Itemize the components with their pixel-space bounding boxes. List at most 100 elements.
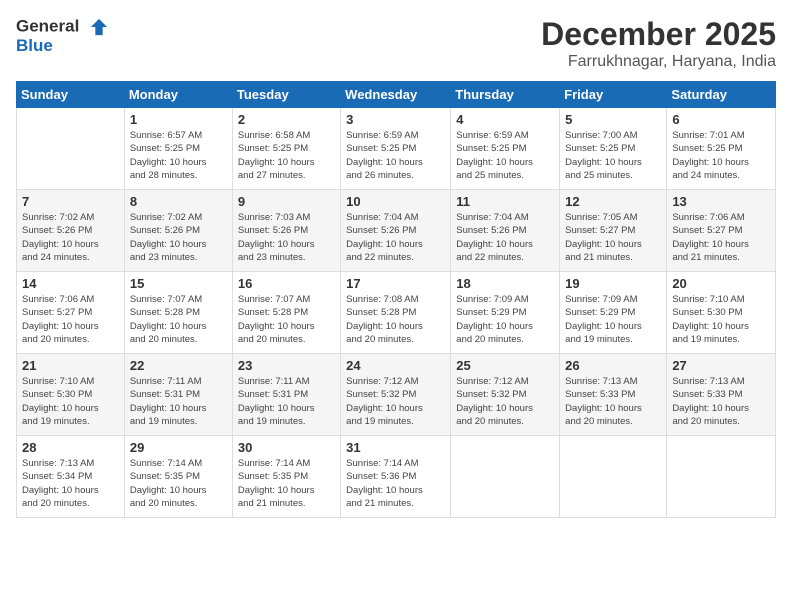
calendar-cell: 19 Sunrise: 7:09 AM Sunset: 5:29 PM Dayli… <box>560 272 667 354</box>
weekday-header: Wednesday <box>341 82 451 108</box>
weekday-header: Thursday <box>451 82 560 108</box>
calendar-cell: 11 Sunrise: 7:04 AM Sunset: 5:26 PM Dayli… <box>451 190 560 272</box>
day-info: Sunrise: 7:06 AM Sunset: 5:27 PM Dayligh… <box>672 211 770 264</box>
calendar-cell: 22 Sunrise: 7:11 AM Sunset: 5:31 PM Dayli… <box>124 354 232 436</box>
calendar-table: SundayMondayTuesdayWednesdayThursdayFrid… <box>16 81 776 518</box>
calendar-cell: 8 Sunrise: 7:02 AM Sunset: 5:26 PM Daylig… <box>124 190 232 272</box>
calendar-cell: 29 Sunrise: 7:14 AM Sunset: 5:35 PM Dayli… <box>124 436 232 518</box>
day-info: Sunrise: 7:02 AM Sunset: 5:26 PM Dayligh… <box>130 211 227 264</box>
day-number: 5 <box>565 112 661 127</box>
calendar-container: General Blue December 2025 Farrukhnagar,… <box>0 0 792 528</box>
day-info: Sunrise: 7:07 AM Sunset: 5:28 PM Dayligh… <box>130 293 227 346</box>
day-number: 25 <box>456 358 554 373</box>
day-number: 31 <box>346 440 445 455</box>
day-info: Sunrise: 6:57 AM Sunset: 5:25 PM Dayligh… <box>130 129 227 182</box>
day-info: Sunrise: 7:08 AM Sunset: 5:28 PM Dayligh… <box>346 293 445 346</box>
day-info: Sunrise: 7:13 AM Sunset: 5:34 PM Dayligh… <box>22 457 119 510</box>
day-number: 6 <box>672 112 770 127</box>
day-info: Sunrise: 7:13 AM Sunset: 5:33 PM Dayligh… <box>672 375 770 428</box>
day-number: 13 <box>672 194 770 209</box>
day-info: Sunrise: 7:11 AM Sunset: 5:31 PM Dayligh… <box>130 375 227 428</box>
day-info: Sunrise: 7:00 AM Sunset: 5:25 PM Dayligh… <box>565 129 661 182</box>
calendar-cell <box>451 436 560 518</box>
header-row: General Blue December 2025 Farrukhnagar,… <box>16 16 776 71</box>
weekday-header: Tuesday <box>232 82 340 108</box>
calendar-cell: 4Sunrise: 6:59 AM Sunset: 5:25 PM Daylig… <box>451 108 560 190</box>
day-info: Sunrise: 7:10 AM Sunset: 5:30 PM Dayligh… <box>22 375 119 428</box>
day-info: Sunrise: 7:06 AM Sunset: 5:27 PM Dayligh… <box>22 293 119 346</box>
day-number: 11 <box>456 194 554 209</box>
day-info: Sunrise: 7:09 AM Sunset: 5:29 PM Dayligh… <box>565 293 661 346</box>
day-number: 2 <box>238 112 335 127</box>
calendar-cell: 24Sunrise: 7:12 AM Sunset: 5:32 PM Dayli… <box>341 354 451 436</box>
calendar-cell <box>560 436 667 518</box>
weekday-header-row: SundayMondayTuesdayWednesdayThursdayFrid… <box>17 82 776 108</box>
day-info: Sunrise: 7:10 AM Sunset: 5:30 PM Dayligh… <box>672 293 770 346</box>
day-info: Sunrise: 7:11 AM Sunset: 5:31 PM Dayligh… <box>238 375 335 428</box>
day-info: Sunrise: 7:13 AM Sunset: 5:33 PM Dayligh… <box>565 375 661 428</box>
calendar-cell: 7Sunrise: 7:02 AM Sunset: 5:26 PM Daylig… <box>17 190 125 272</box>
weekday-header: Saturday <box>667 82 776 108</box>
day-number: 30 <box>238 440 335 455</box>
day-info: Sunrise: 7:04 AM Sunset: 5:26 PM Dayligh… <box>346 211 445 264</box>
calendar-week-row: 28 Sunrise: 7:13 AM Sunset: 5:34 PM Dayli… <box>17 436 776 518</box>
calendar-cell: 13 Sunrise: 7:06 AM Sunset: 5:27 PM Dayli… <box>667 190 776 272</box>
calendar-cell: 3 Sunrise: 6:59 AM Sunset: 5:25 PM Daylig… <box>341 108 451 190</box>
calendar-cell: 28 Sunrise: 7:13 AM Sunset: 5:34 PM Dayli… <box>17 436 125 518</box>
calendar-cell: 16 Sunrise: 7:07 AM Sunset: 5:28 PM Dayli… <box>232 272 340 354</box>
day-number: 14 <box>22 276 119 291</box>
day-number: 29 <box>130 440 227 455</box>
day-number: 8 <box>130 194 227 209</box>
day-info: Sunrise: 7:04 AM Sunset: 5:26 PM Dayligh… <box>456 211 554 264</box>
day-number: 22 <box>130 358 227 373</box>
calendar-cell: 25 Sunrise: 7:12 AM Sunset: 5:32 PM Dayli… <box>451 354 560 436</box>
day-info: Sunrise: 7:07 AM Sunset: 5:28 PM Dayligh… <box>238 293 335 346</box>
day-number: 26 <box>565 358 661 373</box>
logo-text: General Blue <box>16 16 110 56</box>
day-info: Sunrise: 7:14 AM Sunset: 5:35 PM Dayligh… <box>238 457 335 510</box>
calendar-cell: 30 Sunrise: 7:14 AM Sunset: 5:35 PM Dayli… <box>232 436 340 518</box>
calendar-title: December 2025 <box>541 16 776 53</box>
calendar-cell: 27Sunrise: 7:13 AM Sunset: 5:33 PM Dayli… <box>667 354 776 436</box>
day-number: 24 <box>346 358 445 373</box>
day-number: 4 <box>456 112 554 127</box>
day-info: Sunrise: 7:12 AM Sunset: 5:32 PM Dayligh… <box>456 375 554 428</box>
day-info: Sunrise: 7:14 AM Sunset: 5:36 PM Dayligh… <box>346 457 445 510</box>
calendar-cell: 10Sunrise: 7:04 AM Sunset: 5:26 PM Dayli… <box>341 190 451 272</box>
calendar-cell: 12 Sunrise: 7:05 AM Sunset: 5:27 PM Dayli… <box>560 190 667 272</box>
day-info: Sunrise: 6:59 AM Sunset: 5:25 PM Dayligh… <box>346 129 445 182</box>
day-info: Sunrise: 7:14 AM Sunset: 5:35 PM Dayligh… <box>130 457 227 510</box>
calendar-cell: 31 Sunrise: 7:14 AM Sunset: 5:36 PM Dayli… <box>341 436 451 518</box>
logo: General Blue <box>16 16 110 56</box>
day-number: 18 <box>456 276 554 291</box>
calendar-cell: 14 Sunrise: 7:06 AM Sunset: 5:27 PM Dayli… <box>17 272 125 354</box>
calendar-week-row: 1 Sunrise: 6:57 AM Sunset: 5:25 PM Daylig… <box>17 108 776 190</box>
day-number: 20 <box>672 276 770 291</box>
calendar-week-row: 7Sunrise: 7:02 AM Sunset: 5:26 PM Daylig… <box>17 190 776 272</box>
day-number: 1 <box>130 112 227 127</box>
day-number: 3 <box>346 112 445 127</box>
title-section: December 2025 Farrukhnagar, Haryana, Ind… <box>541 16 776 71</box>
calendar-cell: 6Sunrise: 7:01 AM Sunset: 5:25 PM Daylig… <box>667 108 776 190</box>
calendar-cell: 18 Sunrise: 7:09 AM Sunset: 5:29 PM Dayli… <box>451 272 560 354</box>
calendar-cell: 23Sunrise: 7:11 AM Sunset: 5:31 PM Dayli… <box>232 354 340 436</box>
day-info: Sunrise: 7:09 AM Sunset: 5:29 PM Dayligh… <box>456 293 554 346</box>
calendar-cell: 5 Sunrise: 7:00 AM Sunset: 5:25 PM Daylig… <box>560 108 667 190</box>
calendar-week-row: 21 Sunrise: 7:10 AM Sunset: 5:30 PM Dayli… <box>17 354 776 436</box>
calendar-week-row: 14 Sunrise: 7:06 AM Sunset: 5:27 PM Dayli… <box>17 272 776 354</box>
day-number: 21 <box>22 358 119 373</box>
day-number: 28 <box>22 440 119 455</box>
calendar-cell: 20 Sunrise: 7:10 AM Sunset: 5:30 PM Dayli… <box>667 272 776 354</box>
weekday-header: Sunday <box>17 82 125 108</box>
day-number: 19 <box>565 276 661 291</box>
day-info: Sunrise: 7:02 AM Sunset: 5:26 PM Dayligh… <box>22 211 119 264</box>
day-info: Sunrise: 6:58 AM Sunset: 5:25 PM Dayligh… <box>238 129 335 182</box>
day-number: 15 <box>130 276 227 291</box>
day-number: 12 <box>565 194 661 209</box>
day-number: 16 <box>238 276 335 291</box>
calendar-cell: 26 Sunrise: 7:13 AM Sunset: 5:33 PM Dayli… <box>560 354 667 436</box>
weekday-header: Friday <box>560 82 667 108</box>
day-info: Sunrise: 7:05 AM Sunset: 5:27 PM Dayligh… <box>565 211 661 264</box>
day-number: 17 <box>346 276 445 291</box>
weekday-header: Monday <box>124 82 232 108</box>
